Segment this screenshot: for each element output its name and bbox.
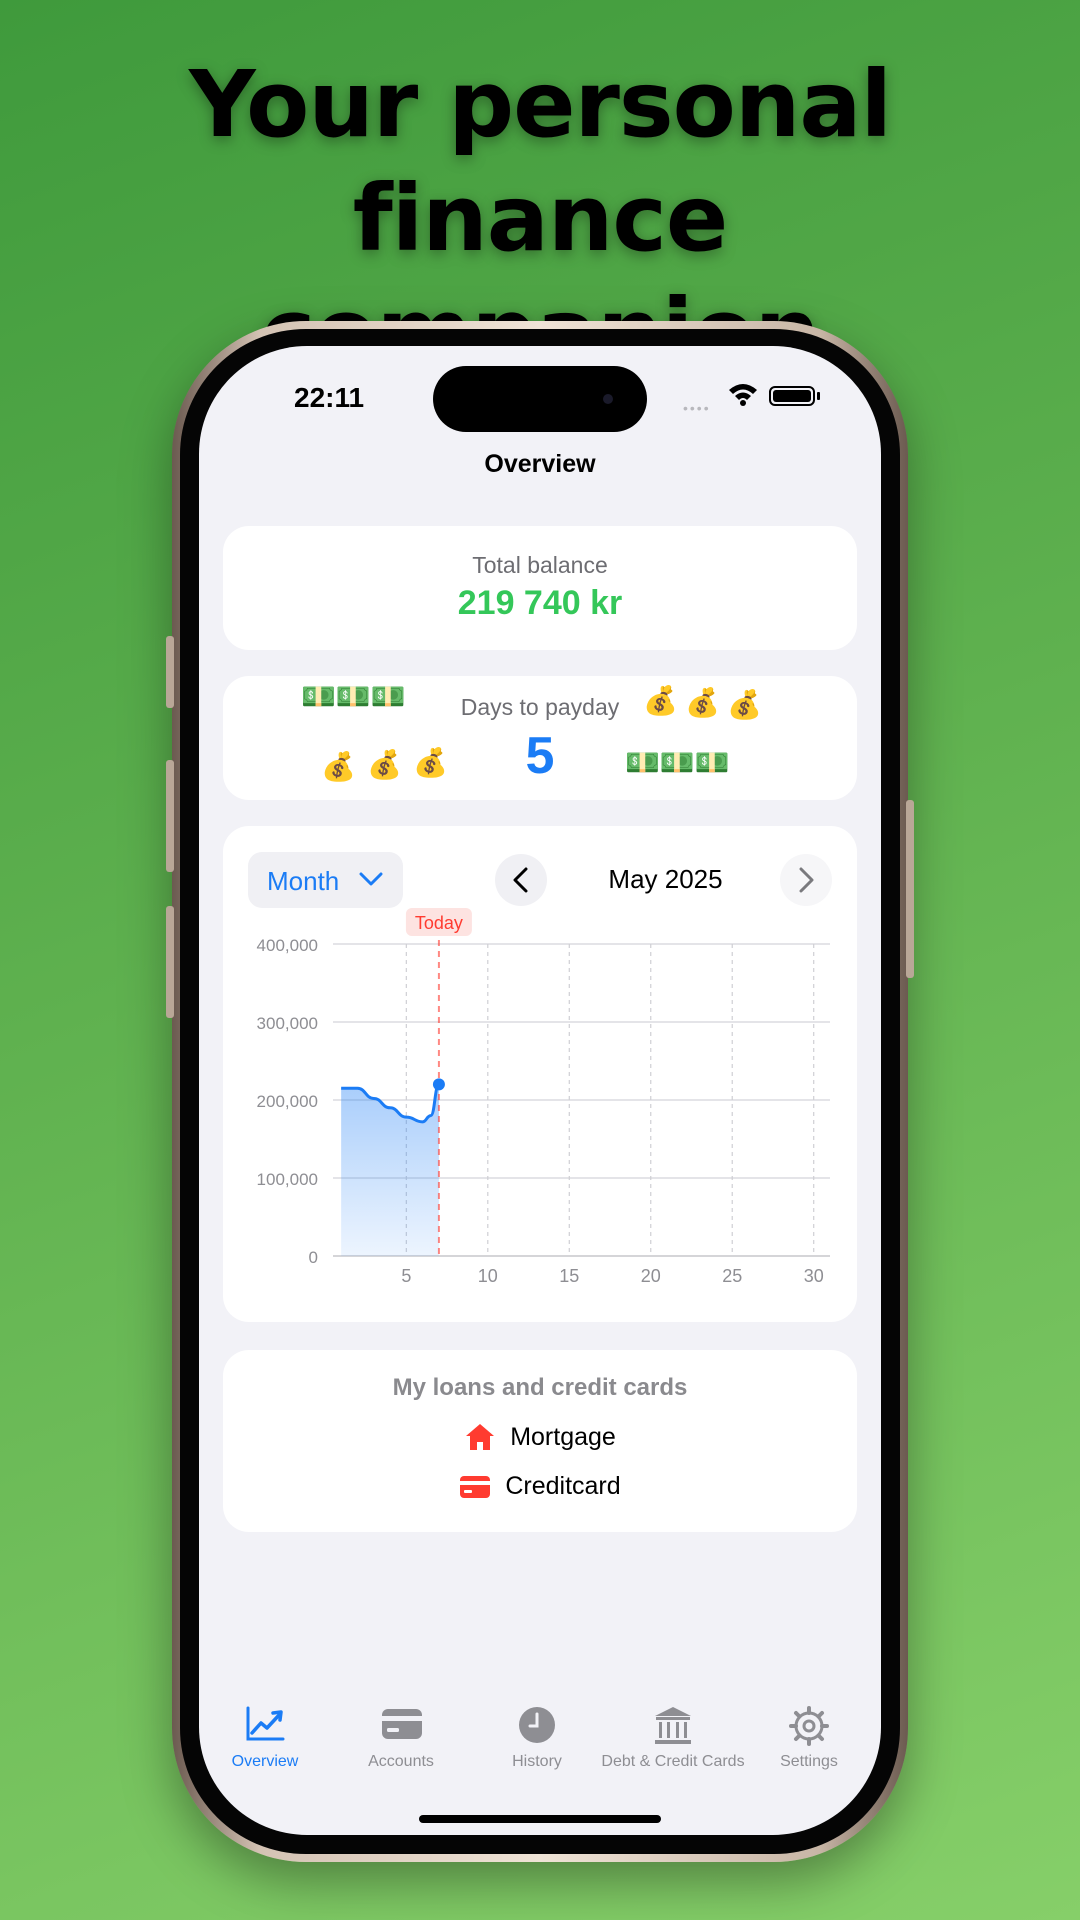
volume-down-button: [166, 906, 174, 1018]
days-to-payday-value: 5: [525, 727, 555, 785]
tab-label: Settings: [780, 1753, 838, 1770]
tab-history[interactable]: History: [477, 1706, 597, 1786]
clock-icon: [519, 1707, 555, 1743]
loan-item-mortgage[interactable]: Mortgage: [223, 1422, 857, 1458]
tab-bar: Overview Accounts History Debt & Credit …: [199, 1706, 881, 1796]
power-button: [906, 800, 914, 978]
loan-label: Mortgage: [510, 1422, 616, 1451]
y-tick-label: 400,000: [257, 936, 318, 955]
current-balance-point: [432, 1078, 445, 1091]
y-tick-label: 200,000: [257, 1092, 318, 1111]
x-tick-label: 20: [641, 1266, 661, 1286]
x-tick-label: 25: [722, 1266, 742, 1286]
tab-overview[interactable]: Overview: [205, 1706, 325, 1786]
bank-icon: [655, 1707, 691, 1744]
loans-title: My loans and credit cards: [392, 1374, 688, 1401]
balance-chart-card: Month May 2025 400,000 300,000 200,000 100,…: [223, 826, 857, 1322]
tab-settings[interactable]: Settings: [749, 1706, 869, 1786]
total-balance-card: Total balance 219 740 kr: [223, 526, 857, 650]
battery-icon: [769, 386, 815, 406]
days-to-payday-label: Days to payday: [460, 694, 620, 720]
today-label: Today: [415, 913, 463, 933]
action-button: [166, 636, 174, 708]
balance-area: [341, 1084, 439, 1256]
credit-card-icon: [460, 1475, 491, 1498]
volume-up-button: [166, 760, 174, 872]
home-indicator: [419, 1815, 661, 1823]
headline-line-1: Your personal finance: [189, 51, 892, 272]
total-balance-label: Total balance: [472, 552, 608, 578]
tab-debt-credit-cards[interactable]: Debt & Credit Cards: [601, 1706, 745, 1786]
total-balance-value: 219 740 kr: [457, 584, 623, 622]
cellular-signal-icon: ••••: [683, 400, 711, 416]
page-title: Overview: [484, 450, 596, 478]
chart-icon: [246, 1706, 285, 1741]
x-tick-label: 30: [804, 1266, 824, 1286]
balance-chart: 400,000 300,000 200,000 100,000 0 5 10 15 20 25 30…: [257, 908, 830, 1286]
loan-item-creditcard[interactable]: Creditcard: [223, 1472, 857, 1508]
gear-icon: [789, 1706, 829, 1746]
phone-screen: 22:11 •••• Overview Total balance 219 74…: [199, 346, 881, 1835]
loan-label: Creditcard: [505, 1472, 621, 1500]
status-time: 22:11: [294, 382, 365, 413]
x-tick-label: 15: [559, 1266, 579, 1286]
tab-accounts[interactable]: Accounts: [341, 1706, 461, 1786]
y-tick-label: 300,000: [257, 1014, 318, 1033]
x-tick-label: 5: [401, 1266, 411, 1286]
wifi-icon: [729, 384, 757, 406]
wallet-icon: [382, 1709, 422, 1739]
payday-card: 💵💵💵 💰 💰 💰 💰 💰 💰 💵💵💵 Days to payday 5: [223, 676, 857, 800]
loans-card: My loans and credit cards Mortgage Credi…: [223, 1350, 857, 1532]
x-tick-label: 10: [478, 1266, 498, 1286]
y-tick-label: 100,000: [257, 1170, 318, 1189]
house-icon: [466, 1424, 495, 1450]
y-tick-label: 0: [309, 1248, 318, 1267]
dynamic-island: [433, 366, 647, 432]
